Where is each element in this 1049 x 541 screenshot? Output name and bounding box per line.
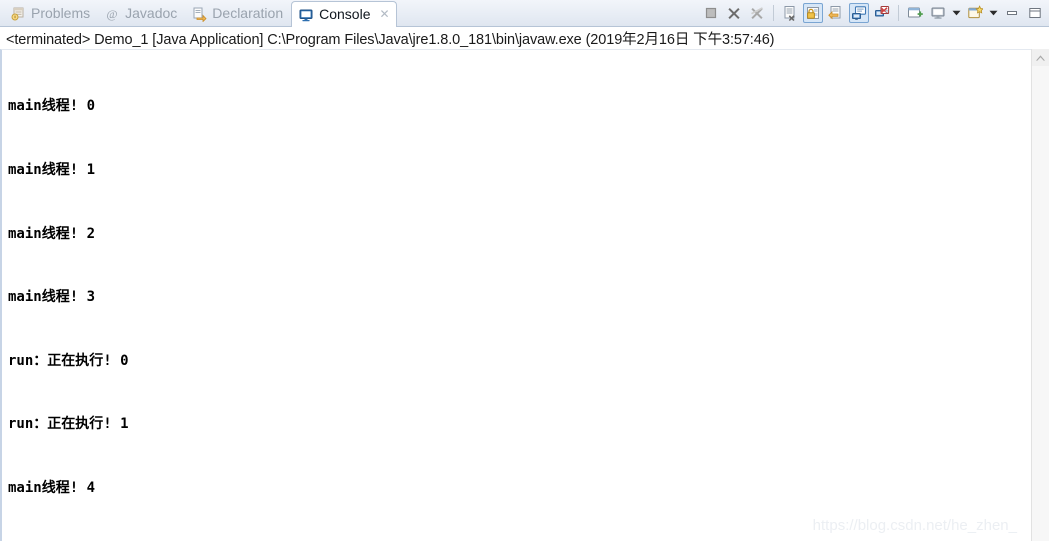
view-tab-bar: Problems @ Javadoc Declaration Console ✕ xyxy=(0,0,1049,27)
new-console-view-button[interactable] xyxy=(965,3,985,23)
console-vertical-scrollbar[interactable] xyxy=(1031,49,1049,541)
javadoc-icon: @ xyxy=(104,6,120,22)
tab-declaration-label: Declaration xyxy=(212,4,284,21)
console-text-area[interactable]: main线程! 0 main线程! 1 main线程! 2 main线程! 3 … xyxy=(0,49,1031,541)
tab-console[interactable]: Console ✕ xyxy=(291,1,397,27)
open-console-dropdown-arrow-icon[interactable] xyxy=(951,4,962,22)
console-body: main线程! 0 main线程! 1 main线程! 2 main线程! 3 … xyxy=(0,49,1049,541)
console-line: main线程! 0 xyxy=(8,98,96,115)
scroll-up-arrow-icon[interactable] xyxy=(1032,49,1049,66)
tab-javadoc-label: Javadoc xyxy=(125,4,178,21)
console-line: main线程! 3 xyxy=(8,289,96,306)
problems-icon xyxy=(10,6,26,22)
console-output: main线程! 0 main线程! 1 main线程! 2 main线程! 3 … xyxy=(2,50,1031,541)
console-line: main线程! 4 xyxy=(8,479,96,496)
console-line: run：正在执行! 0 xyxy=(8,352,129,369)
open-console-button[interactable] xyxy=(928,3,948,23)
display-selected-console-button[interactable] xyxy=(905,3,925,23)
show-console-on-output-button[interactable] xyxy=(826,3,846,23)
toolbar-separator-2 xyxy=(898,5,899,21)
tab-problems[interactable]: Problems xyxy=(4,1,98,26)
tab-declaration[interactable]: Declaration xyxy=(185,1,291,26)
scroll-lock-button[interactable] xyxy=(803,3,823,23)
minimize-button[interactable] xyxy=(1002,3,1022,23)
eclipse-console-view: Problems @ Javadoc Declaration Console ✕… xyxy=(0,0,1049,541)
tab-console-label: Console xyxy=(319,5,371,22)
clear-console-button[interactable] xyxy=(780,3,800,23)
pin-console-button[interactable] xyxy=(849,3,869,23)
tab-close-icon[interactable]: ✕ xyxy=(380,7,390,21)
tab-strip: Problems @ Javadoc Declaration Console ✕ xyxy=(0,0,397,27)
remove-launch-button[interactable] xyxy=(724,3,744,23)
tab-problems-label: Problems xyxy=(31,4,91,21)
declaration-icon xyxy=(191,6,207,22)
scrollbar-track[interactable] xyxy=(1032,66,1049,541)
launch-status-line: <terminated> Demo_1 [Java Application] C… xyxy=(0,27,1049,49)
console-icon xyxy=(298,7,314,23)
console-line: main线程! 2 xyxy=(8,225,96,242)
console-line: run：正在执行! 1 xyxy=(8,416,129,433)
tab-javadoc[interactable]: @ Javadoc xyxy=(98,1,185,26)
console-line: main线程! 1 xyxy=(8,162,96,178)
svg-text:@: @ xyxy=(107,7,118,21)
maximize-button[interactable] xyxy=(1025,3,1045,23)
remove-all-terminated-button[interactable] xyxy=(747,3,767,23)
console-toolbar xyxy=(701,2,1045,24)
new-console-dropdown-arrow-icon[interactable] xyxy=(988,4,999,22)
toolbar-separator-1 xyxy=(773,5,774,21)
show-console-on-error-button[interactable] xyxy=(872,3,892,23)
terminate-button[interactable] xyxy=(701,3,721,23)
